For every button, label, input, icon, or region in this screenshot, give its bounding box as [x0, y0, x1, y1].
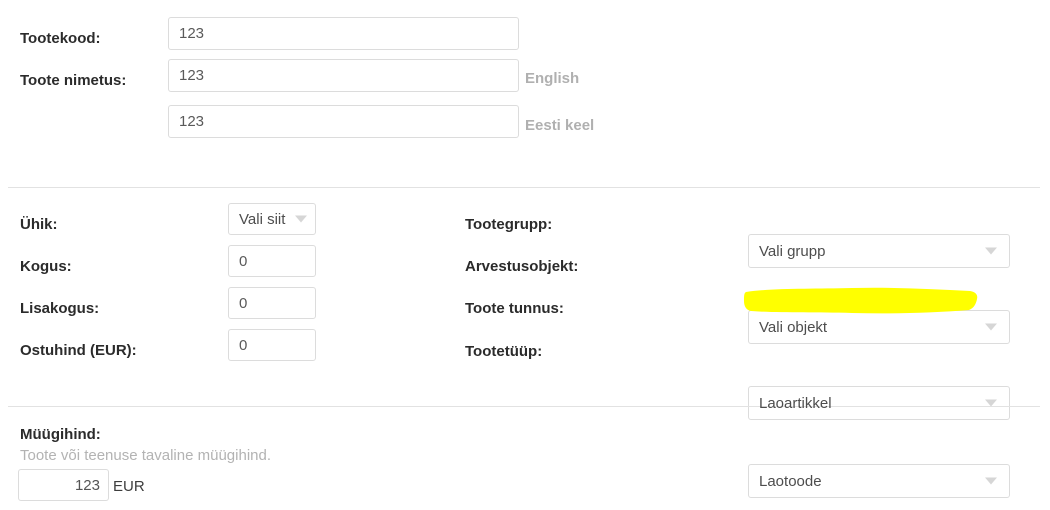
chevron-down-icon: [985, 477, 997, 485]
language-label-estonian: Eesti keel: [525, 117, 595, 134]
label-toote-nimetus: Toote nimetus:: [20, 72, 127, 89]
input-toote-nimetus-english[interactable]: [168, 59, 519, 92]
label-uhik: Ühik:: [20, 216, 58, 233]
label-muugihind: Müügihind:: [20, 426, 101, 443]
select-tootegrupp-value: Vali grupp: [759, 242, 826, 260]
section-divider-bottom: [8, 406, 1040, 407]
chevron-down-icon: [295, 215, 307, 223]
select-tootetuup-value: Laotoode: [759, 472, 822, 490]
select-arvestusobjekt-value: Vali objekt: [759, 318, 828, 336]
label-lisakogus: Lisakogus:: [20, 300, 100, 317]
select-uhik[interactable]: Vali siit: [228, 203, 316, 235]
help-text-muugihind: Toote või teenuse tavaline müügihind.: [20, 447, 272, 464]
label-arvestusobjekt: Arvestusobjekt:: [465, 258, 579, 275]
input-lisakogus[interactable]: [228, 287, 316, 319]
chevron-down-icon: [985, 247, 997, 255]
input-kogus[interactable]: [228, 245, 316, 277]
chevron-down-icon: [985, 399, 997, 407]
label-tootekood: Tootekood:: [20, 30, 101, 47]
select-tootegrupp[interactable]: Vali grupp: [748, 234, 1010, 268]
select-toote-tunnus[interactable]: Laoartikkel: [748, 386, 1010, 420]
select-arvestusobjekt[interactable]: Vali objekt: [748, 310, 1010, 344]
label-ostuhind: Ostuhind (EUR):: [20, 342, 137, 359]
input-ostuhind[interactable]: [228, 329, 316, 361]
select-uhik-value: Vali siit: [239, 210, 286, 228]
select-toote-tunnus-value: Laoartikkel: [759, 394, 832, 412]
input-tootekood[interactable]: [168, 17, 519, 50]
input-toote-nimetus-estonian[interactable]: [168, 105, 519, 138]
section-divider-top: [8, 187, 1040, 188]
language-label-english: English: [525, 70, 580, 87]
currency-suffix-eur: EUR: [113, 478, 145, 495]
select-tootetuup[interactable]: Laotoode: [748, 464, 1010, 498]
input-muugihind[interactable]: [18, 469, 109, 501]
chevron-down-icon: [985, 323, 997, 331]
label-tootegrupp: Tootegrupp:: [465, 216, 553, 233]
label-tootetuup: Tootetüüp:: [465, 343, 543, 360]
label-kogus: Kogus:: [20, 258, 72, 275]
label-toote-tunnus: Toote tunnus:: [465, 300, 564, 317]
